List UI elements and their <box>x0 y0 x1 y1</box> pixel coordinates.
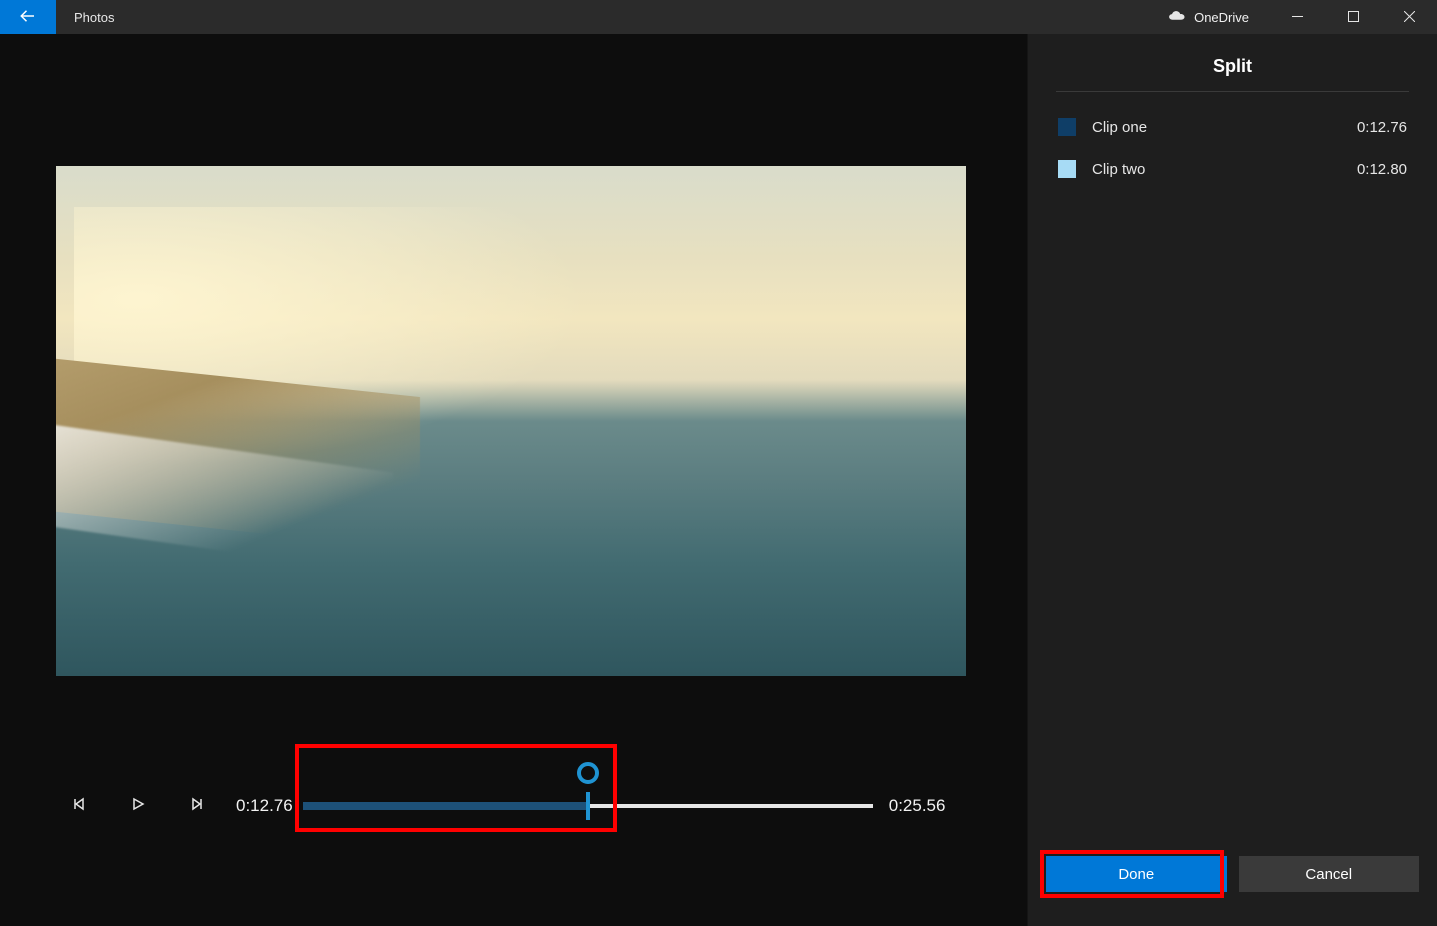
main-area: 0:12.76 0:25.56 Split Clip one 0:12.7 <box>0 34 1437 926</box>
done-button[interactable]: Done <box>1046 856 1227 892</box>
clip-row-two[interactable]: Clip two 0:12.80 <box>1028 148 1437 190</box>
editor-area: 0:12.76 0:25.56 <box>0 34 1027 926</box>
onedrive-status[interactable]: OneDrive <box>1158 7 1269 28</box>
video-preview[interactable] <box>56 166 966 676</box>
frame-back-button[interactable] <box>70 796 90 816</box>
clip-one-swatch-icon <box>1058 118 1076 136</box>
app-name: Photos <box>56 0 114 34</box>
panel-buttons: Done Cancel <box>1028 856 1437 926</box>
slider-track-clip-one <box>303 802 588 810</box>
close-button[interactable] <box>1381 0 1437 34</box>
annotation-highlight-slider <box>295 744 617 832</box>
playback-controls: 0:12.76 0:25.56 <box>70 756 970 856</box>
current-time: 0:12.76 <box>236 796 293 816</box>
maximize-icon <box>1348 10 1359 25</box>
app-root: Photos OneDrive <box>0 0 1437 926</box>
cloud-icon <box>1168 7 1186 28</box>
titlebar: Photos OneDrive <box>0 0 1437 34</box>
clip-one-duration: 0:12.76 <box>1357 119 1407 136</box>
titlebar-spacer <box>114 0 1158 34</box>
split-handle[interactable] <box>577 762 599 784</box>
minimize-button[interactable] <box>1269 0 1325 34</box>
cancel-button[interactable]: Cancel <box>1239 856 1420 892</box>
clip-row-one[interactable]: Clip one 0:12.76 <box>1028 106 1437 148</box>
split-handle-stem <box>586 792 590 820</box>
panel-divider <box>1056 91 1409 92</box>
back-button[interactable] <box>0 0 56 34</box>
frame-back-icon <box>73 797 87 816</box>
clip-two-label: Clip two <box>1092 161 1341 178</box>
split-slider[interactable] <box>303 776 873 836</box>
play-button[interactable] <box>128 796 148 816</box>
close-icon <box>1404 10 1415 25</box>
arrow-left-icon <box>19 7 37 28</box>
maximize-button[interactable] <box>1325 0 1381 34</box>
panel-title: Split <box>1028 34 1437 91</box>
split-panel: Split Clip one 0:12.76 Clip two 0:12.80 … <box>1027 34 1437 926</box>
clip-two-duration: 0:12.80 <box>1357 161 1407 178</box>
clip-two-swatch-icon <box>1058 160 1076 178</box>
frame-forward-button[interactable] <box>186 796 206 816</box>
clip-one-label: Clip one <box>1092 119 1341 136</box>
onedrive-label: OneDrive <box>1194 10 1249 25</box>
play-icon <box>131 797 145 816</box>
frame-forward-icon <box>189 797 203 816</box>
total-time: 0:25.56 <box>889 796 946 816</box>
minimize-icon <box>1292 10 1303 25</box>
